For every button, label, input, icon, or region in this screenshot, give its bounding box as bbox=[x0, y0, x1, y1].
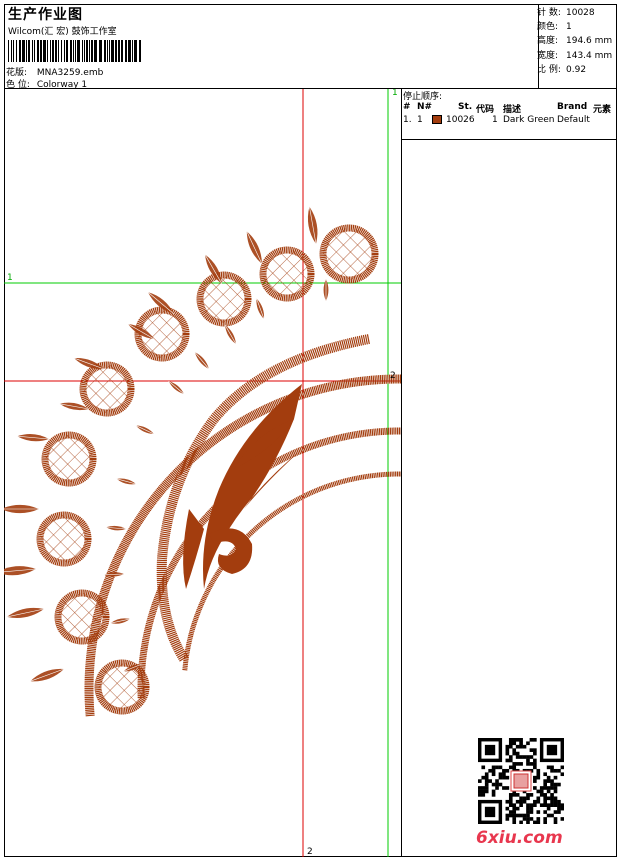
scallop-loop bbox=[196, 271, 252, 327]
scallop-loop bbox=[259, 246, 315, 302]
col-n: N# bbox=[417, 102, 433, 112]
scallop-loop bbox=[94, 659, 150, 715]
row-brand: Default bbox=[557, 115, 590, 125]
col-index: # bbox=[403, 102, 411, 112]
header: 生产作业图 Wilcom(汇 宏) 鼓饰工作室 花版: MNA3259.emb … bbox=[4, 4, 617, 90]
scallop-loop bbox=[79, 361, 135, 417]
scallop-loop bbox=[41, 431, 97, 487]
row-index: 1. bbox=[403, 115, 412, 125]
stat-stitches: 针 数: 10028 bbox=[537, 8, 595, 18]
qr-code bbox=[478, 738, 564, 824]
barcode bbox=[8, 40, 141, 62]
guide-label-bottom: 2 bbox=[307, 847, 313, 857]
table-row[interactable]: 1. 1 10026 1 Dark Green Default bbox=[402, 114, 617, 127]
guide-label-left: 1 bbox=[7, 273, 13, 283]
table-header: # N# St. 代码 描述 Brand 元素 bbox=[402, 101, 617, 115]
company-name: Wilcom(汇 宏) 鼓饰工作室 bbox=[8, 27, 117, 37]
scallop-loop bbox=[319, 224, 379, 284]
scallop-loop bbox=[36, 511, 92, 567]
col-brand: Brand bbox=[557, 102, 588, 112]
stat-width: 宽度: 143.4 mm bbox=[537, 50, 613, 61]
stat-colors: 颜色: 1 bbox=[537, 22, 572, 33]
stop-sequence-table: # N# St. 代码 描述 Brand 元素 1. 1 10026 1 Dar… bbox=[402, 101, 617, 140]
guide-label-right: 2 bbox=[390, 371, 396, 381]
guide-label-top: 1 bbox=[392, 89, 398, 98]
row-n: 1 bbox=[417, 115, 423, 125]
design-canvas[interactable]: 1 1 2 2 bbox=[4, 89, 402, 857]
col-st: St. bbox=[458, 102, 473, 112]
stat-height: 高度: 194.6 mm bbox=[537, 36, 613, 47]
stats-panel: 针 数: 10028 颜色: 1 高度: 194.6 mm 宽度: 143.4 mm 比… bbox=[537, 6, 612, 77]
embroidery-preview bbox=[4, 89, 401, 857]
stat-scale: 比 例: 0.92 bbox=[537, 64, 587, 75]
watermark-logo: 6xiu.com bbox=[476, 828, 563, 848]
row-code: 1 bbox=[492, 115, 498, 125]
row-st: 10026 bbox=[446, 115, 475, 125]
scallop-loop bbox=[54, 589, 110, 645]
header-left: 生产作业图 Wilcom(汇 宏) 鼓饰工作室 花版: MNA3259.emb … bbox=[4, 4, 539, 90]
thread-swatch bbox=[432, 115, 442, 127]
table-divider bbox=[402, 139, 617, 140]
page-title: 生产作业图 bbox=[8, 7, 83, 23]
row-desc: Dark Green bbox=[503, 115, 555, 125]
